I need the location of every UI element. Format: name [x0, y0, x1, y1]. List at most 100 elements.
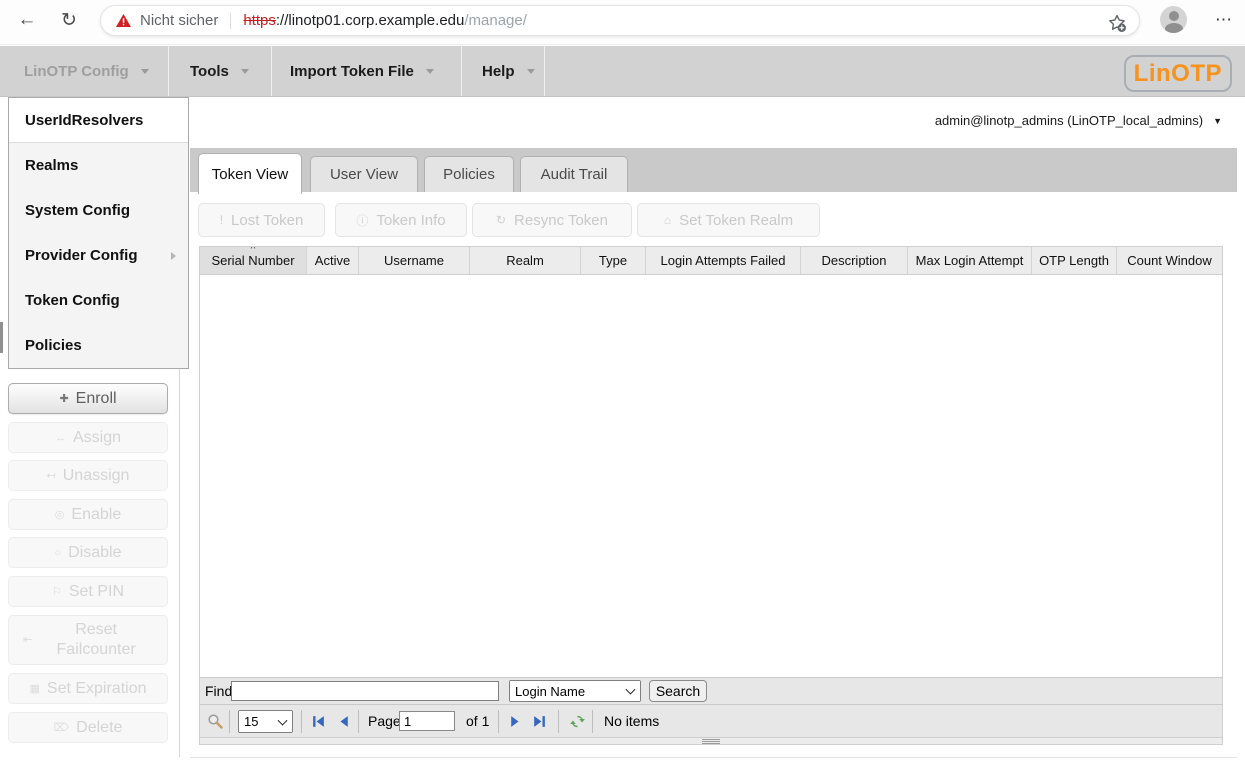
pager-separator	[592, 710, 593, 733]
column-header-type[interactable]: Type	[581, 247, 646, 274]
menu-item-token-config[interactable]: Token Config	[9, 278, 188, 323]
add-favorite-icon[interactable]	[1107, 13, 1127, 33]
menu-item-realms[interactable]: Realms	[9, 143, 188, 188]
column-header-serial-number[interactable]: ^ Serial Number	[200, 247, 307, 274]
grid-header-row: ^ Serial Number Active Username Realm Ty…	[200, 247, 1222, 275]
pager-separator	[301, 710, 302, 733]
resync-token-button[interactable]: ↻ Resync Token	[472, 203, 632, 237]
reset-icon: ⇤	[23, 630, 32, 650]
unassign-button[interactable]: ↤ Unassign	[8, 460, 168, 491]
menu-tools[interactable]: Tools	[169, 46, 272, 96]
grid-search-row: Find Login Name Search	[200, 677, 1222, 704]
page-size-select[interactable]: 15	[238, 710, 293, 733]
button-label: Reset Failcounter	[39, 620, 153, 660]
button-label: Resync Token	[514, 212, 608, 229]
button-label: Enable	[71, 506, 121, 524]
browser-profile-avatar[interactable]	[1160, 6, 1187, 33]
delete-button[interactable]: ⌦ Delete	[8, 712, 168, 743]
menu-item-provider-config[interactable]: Provider Config	[9, 233, 188, 278]
menu-item-system-config[interactable]: System Config	[9, 188, 188, 233]
button-label: Enroll	[76, 390, 117, 408]
button-label: Lost Token	[231, 212, 303, 229]
set-token-realm-button[interactable]: ⌂ Set Token Realm	[637, 203, 820, 237]
column-header-description[interactable]: Description	[801, 247, 908, 274]
menu-label: Tools	[190, 63, 229, 80]
unassign-icon: ↤	[47, 469, 56, 482]
column-header-realm[interactable]: Realm	[470, 247, 581, 274]
assign-icon: ↔	[55, 432, 66, 444]
menu-item-useridresolvers[interactable]: UserIdResolvers	[9, 98, 188, 143]
set-expiration-button[interactable]: ▦ Set Expiration	[8, 673, 168, 704]
column-header-active[interactable]: Active	[307, 247, 359, 274]
next-page-icon[interactable]	[508, 714, 523, 729]
find-input[interactable]	[231, 681, 499, 701]
lost-token-button[interactable]: ! Lost Token	[198, 203, 325, 237]
lost-token-icon: !	[220, 213, 223, 227]
pin-icon: ⚐	[52, 585, 62, 598]
chevron-down-icon	[241, 69, 249, 74]
browser-menu-icon[interactable]: ⋯	[1210, 6, 1238, 34]
disable-button[interactable]: ○ Disable	[8, 537, 168, 568]
page-number-input[interactable]	[399, 711, 455, 731]
grid-resize-grip[interactable]	[702, 739, 720, 745]
search-magnifier-icon[interactable]	[207, 713, 224, 730]
tab-token-view[interactable]: Token View	[198, 153, 302, 194]
url-path: /manage/	[464, 12, 527, 29]
calendar-icon: ▦	[29, 682, 39, 695]
content-bottom-border	[190, 757, 1237, 758]
browser-toolbar: ← ↻ Nicht sicher https ://linotp01.corp.…	[0, 0, 1245, 45]
linotp-config-dropdown: UserIdResolvers Realms System Config Pro…	[8, 97, 189, 369]
column-header-max-login-attempt[interactable]: Max Login Attempt	[908, 247, 1032, 274]
enable-icon: ◎	[55, 508, 65, 521]
token-info-button[interactable]: ⓘ Token Info	[335, 203, 467, 237]
address-bar[interactable]: Nicht sicher https ://linotp01.corp.exam…	[100, 5, 1140, 36]
tab-audit-trail[interactable]: Audit Trail	[520, 156, 628, 192]
reload-icon[interactable]: ↻	[56, 7, 82, 33]
sort-ascending-icon: ^	[251, 247, 256, 255]
tab-policies[interactable]: Policies	[424, 156, 514, 192]
column-header-login-attempts-failed[interactable]: Login Attempts Failed	[646, 247, 801, 274]
enroll-button[interactable]: ✚ Enroll	[8, 383, 168, 414]
column-header-otp-length[interactable]: OTP Length	[1032, 247, 1117, 274]
back-icon[interactable]: ←	[14, 7, 40, 33]
linotp-logo: LinOTP	[1124, 55, 1232, 92]
avatar-body	[1165, 23, 1183, 33]
url-host: ://linotp01.corp.example.edu	[276, 12, 464, 29]
column-label: Serial Number	[211, 253, 294, 268]
previous-page-icon[interactable]	[336, 714, 351, 729]
not-secure-warning-icon	[115, 13, 132, 28]
tab-user-view[interactable]: User View	[310, 156, 418, 192]
info-icon: ⓘ	[356, 212, 368, 229]
menu-label: Import Token File	[290, 63, 414, 80]
assign-button[interactable]: ↔ Assign	[8, 422, 168, 453]
page-size-native-select[interactable]: 15	[239, 711, 292, 732]
menu-import-token-file[interactable]: Import Token File	[272, 46, 462, 96]
logged-in-user-menu[interactable]: admin@linotp_admins (LinOTP_local_admins…	[935, 113, 1222, 128]
enable-button[interactable]: ◎ Enable	[8, 499, 168, 530]
menu-help[interactable]: Help	[462, 46, 545, 96]
pager-separator	[558, 710, 559, 733]
pager-status-text: No items	[604, 713, 659, 729]
last-page-icon[interactable]	[532, 714, 547, 729]
disable-icon: ○	[54, 547, 61, 559]
search-category-native-select[interactable]: Login Name	[510, 681, 640, 701]
submenu-arrow-icon	[171, 252, 176, 260]
linotp-manage-page: ← ↻ Nicht sicher https ://linotp01.corp.…	[0, 0, 1245, 769]
user-info-text: admin@linotp_admins (LinOTP_local_admins…	[935, 113, 1203, 128]
search-button[interactable]: Search	[649, 680, 707, 702]
button-label: Unassign	[63, 467, 130, 485]
column-header-username[interactable]: Username	[359, 247, 470, 274]
left-pane-grip[interactable]	[0, 322, 3, 353]
search-category-select[interactable]: Login Name	[509, 680, 641, 702]
button-label: Delete	[76, 719, 122, 737]
menu-linotp-config[interactable]: LinOTP Config	[0, 46, 169, 96]
refresh-grid-icon[interactable]	[569, 713, 586, 730]
pager-separator	[229, 710, 230, 733]
reset-failcounter-button[interactable]: ⇤ Reset Failcounter	[8, 615, 168, 665]
grid-bottom-strip	[200, 737, 1222, 744]
first-page-icon[interactable]	[311, 714, 326, 729]
menu-item-policies[interactable]: Policies	[9, 323, 188, 368]
column-header-count-window[interactable]: Count Window	[1117, 247, 1222, 274]
menu-item-label: Provider Config	[25, 247, 138, 264]
set-pin-button[interactable]: ⚐ Set PIN	[8, 576, 168, 607]
